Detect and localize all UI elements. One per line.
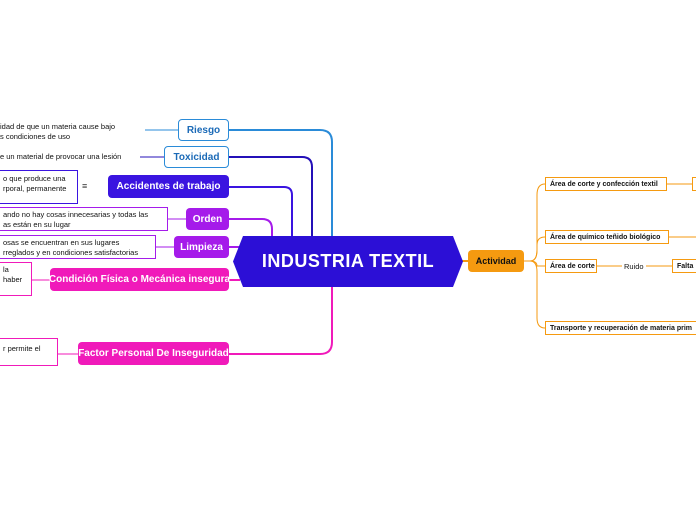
notes-icon[interactable]: ≡ [82,181,87,191]
note-line: rreglados y en condiciones satisfactoria… [3,247,139,257]
note-line: haber [3,274,23,284]
subtopic-falta[interactable]: Falta [672,259,696,273]
topic-accidentes-de-trabajo[interactable]: Accidentes de trabajo [108,175,229,198]
note-factor-personal: r permite el [0,338,58,366]
subtopic-area-quimico-tenido[interactable]: Área de químico teñido biológico [545,230,669,244]
note-accidentes: o que produce una rporal, permanente [0,170,78,204]
note-limpieza: osas se encuentran en sus lugares rregla… [0,235,156,259]
topic-toxicidad[interactable]: Toxicidad [164,146,229,168]
note-line: la [3,265,9,274]
note-line: e un material de provocar una lesión [0,152,122,161]
note-toxicidad: e un material de provocar una lesión [0,152,140,164]
topic-actividad[interactable]: Actividad [468,250,524,272]
note-line: rporal, permanente [3,183,67,193]
note-riesgo: idad de que un materia cause bajo s cond… [0,122,145,142]
note-line: s condiciones de uso [0,131,71,141]
note-line: r permite el [3,344,41,353]
topic-limpieza[interactable]: Limpieza [174,236,229,258]
subtopic-offscreen-1[interactable] [692,177,696,191]
note-orden: ando no hay cosas innecesarias y todas l… [0,207,168,231]
topic-orden[interactable]: Orden [186,208,229,230]
topic-condicion-fisica-mecanica-insegura[interactable]: Condición Física o Mecánica insegura [49,268,230,291]
note-line: osas se encuentran en sus lugares [3,238,120,247]
topic-factor-personal-de-inseguridad[interactable]: Factor Personal De Inseguridad [78,342,229,365]
subtopic-transporte-recuperacion[interactable]: Transporte y recuperación de materia pri… [545,321,696,335]
relation-label-ruido: Ruido [624,262,644,271]
note-line: as están en su lugar [3,219,71,229]
note-line: o que produce una [3,174,66,183]
note-line: idad de que un materia cause bajo [0,122,116,131]
subtopic-area-corte[interactable]: Área de corte [545,259,597,273]
note-condicion: la haber [0,262,32,296]
central-topic[interactable]: INDUSTRIA TEXTIL [233,236,463,287]
topic-riesgo[interactable]: Riesgo [178,119,229,141]
note-line: ando no hay cosas innecesarias y todas l… [3,210,149,219]
subtopic-area-corte-confeccion[interactable]: Área de corte y confección textil [545,177,667,191]
